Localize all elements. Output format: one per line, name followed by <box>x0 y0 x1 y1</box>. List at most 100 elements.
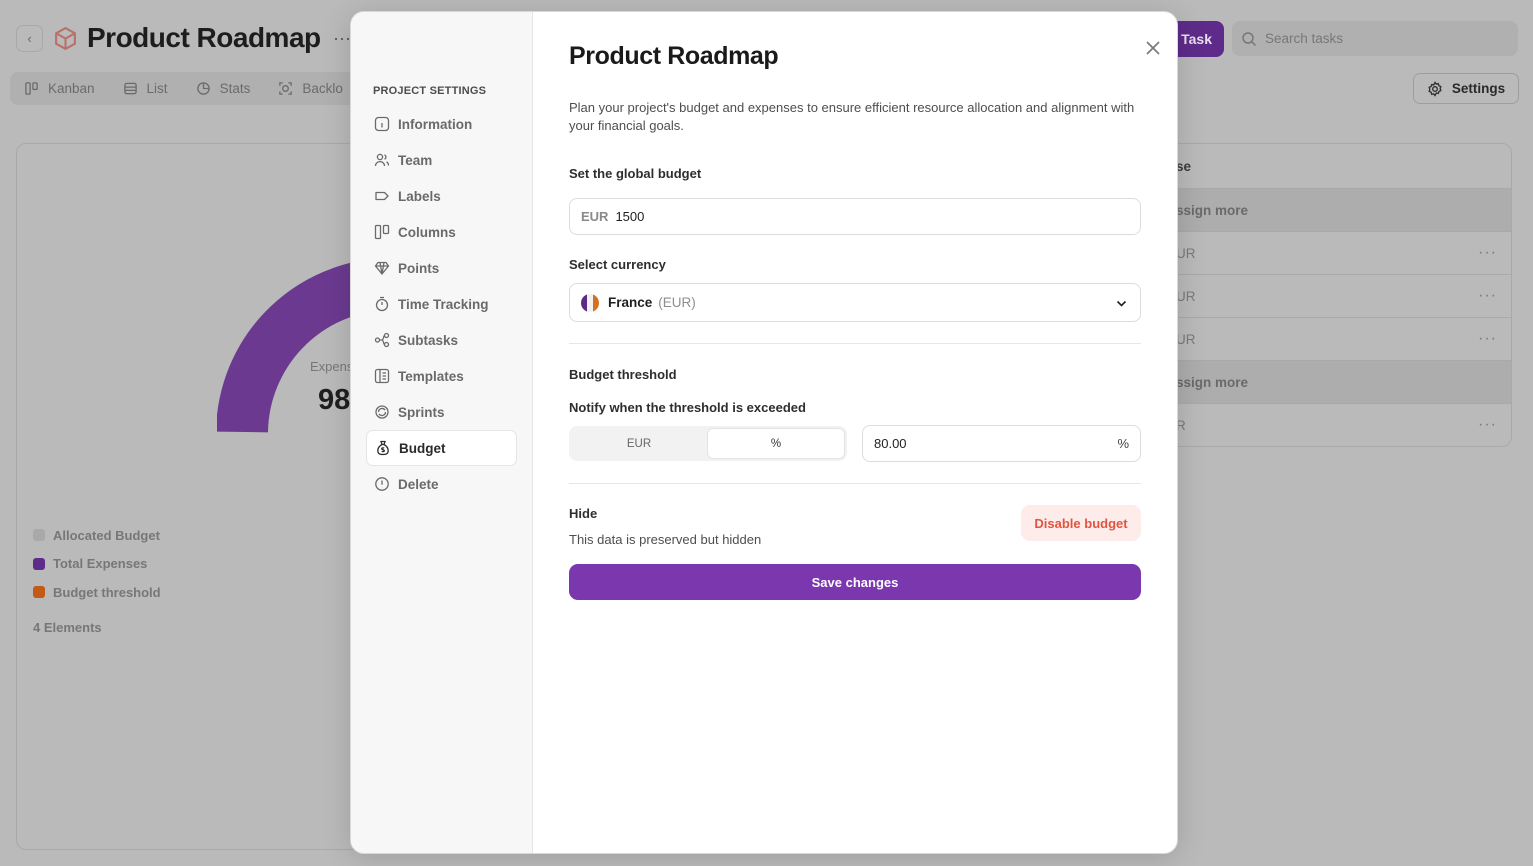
legend-item: Budget threshold <box>33 578 161 607</box>
sidebar-item-templates[interactable]: Templates <box>366 358 517 394</box>
currency-country: France <box>608 295 653 310</box>
sidebar-heading: PROJECT SETTINGS <box>373 85 487 97</box>
settings-sidebar: PROJECT SETTINGS Information Team Labels… <box>351 12 533 853</box>
assign-more-row[interactable]: ssign more <box>1161 360 1511 403</box>
row-text: UR <box>1176 245 1196 261</box>
divider <box>569 343 1141 344</box>
tab-label: Backlo <box>302 81 343 96</box>
table-row: UR ··· <box>1161 317 1511 360</box>
chart-legend: Allocated Budget Total Expenses Budget t… <box>33 521 161 607</box>
sidebar-item-label: Labels <box>398 188 441 204</box>
budget-value: 1500 <box>615 209 645 224</box>
search-placeholder: Search tasks <box>1265 31 1344 46</box>
modal-title: Product Roadmap <box>569 42 779 70</box>
sidebar-item-label: Columns <box>398 224 456 240</box>
project-settings-modal: PROJECT SETTINGS Information Team Labels… <box>350 11 1178 854</box>
sidebar-item-information[interactable]: Information <box>366 106 517 142</box>
back-button[interactable]: ‹ <box>16 25 43 52</box>
close-icon[interactable] <box>1144 39 1162 57</box>
sidebar-item-columns[interactable]: Columns <box>366 214 517 250</box>
row-text: ssign more <box>1176 374 1249 390</box>
legend-item: Total Expenses <box>33 550 161 579</box>
threshold-unit: % <box>1117 436 1129 451</box>
info-icon <box>374 116 390 132</box>
sidebar-item-budget[interactable]: Budget <box>366 430 517 466</box>
disable-budget-button[interactable]: Disable budget <box>1021 505 1141 541</box>
subtasks-icon <box>374 332 390 348</box>
chevron-left-icon: ‹ <box>27 31 32 46</box>
tab-label: Stats <box>219 81 251 96</box>
sidebar-nav: Information Team Labels Columns Points T… <box>366 106 517 502</box>
tab-list[interactable]: List <box>123 81 168 96</box>
legend-item: Allocated Budget <box>33 521 161 550</box>
templates-icon <box>374 368 390 384</box>
sidebar-item-labels[interactable]: Labels <box>366 178 517 214</box>
row-menu-icon[interactable]: ··· <box>1478 244 1497 262</box>
sidebar-item-label: Information <box>398 116 473 132</box>
search-input[interactable]: Search tasks <box>1232 21 1518 56</box>
gauge-value: 98 <box>318 384 351 416</box>
sidebar-item-label: Sprints <box>398 404 445 420</box>
currency-label: Select currency <box>569 257 666 272</box>
threshold-input[interactable]: 80.00 % <box>862 425 1141 462</box>
currency-code: (EUR) <box>658 295 696 310</box>
hide-description: This data is preserved but hidden <box>569 532 762 547</box>
modal-description: Plan your project's budget and expenses … <box>569 100 1135 133</box>
chevron-down-icon <box>1116 300 1127 307</box>
currency-select[interactable]: France (EUR) <box>569 283 1141 322</box>
project-title: Product Roadmap <box>87 22 321 53</box>
sidebar-item-points[interactable]: Points <box>366 250 517 286</box>
row-menu-icon[interactable]: ··· <box>1478 330 1497 348</box>
search-icon <box>1242 31 1257 46</box>
legend-label: Budget threshold <box>53 584 161 600</box>
row-menu-icon[interactable]: ··· <box>1478 416 1497 434</box>
row-text: UR <box>1176 288 1196 304</box>
legend-swatch <box>33 557 45 570</box>
columns-icon <box>374 224 390 240</box>
tab-backlog[interactable]: Backlo <box>278 81 343 96</box>
row-menu-icon[interactable]: ··· <box>1478 287 1497 305</box>
mode-percent-button[interactable]: % <box>707 428 845 459</box>
alert-icon <box>375 477 389 491</box>
budget-stats-card: Expens 98 Allocated Budget Total Expense… <box>16 143 398 850</box>
backlog-icon <box>279 82 293 95</box>
settings-label: Settings <box>1451 81 1506 96</box>
table-header: se <box>1176 158 1192 174</box>
sidebar-item-team[interactable]: Team <box>366 142 517 178</box>
sidebar-item-label: Templates <box>398 368 464 384</box>
tab-stats[interactable]: Stats <box>196 81 251 96</box>
tab-kanban[interactable]: Kanban <box>24 81 95 96</box>
divider <box>569 483 1141 484</box>
assign-more-row[interactable]: ssign more <box>1161 188 1511 231</box>
row-text: ssign more <box>1176 202 1249 218</box>
stopwatch-icon <box>375 296 389 312</box>
sidebar-item-time-tracking[interactable]: Time Tracking <box>366 286 517 322</box>
points-icon <box>374 261 390 276</box>
sidebar-item-delete[interactable]: Delete <box>366 466 517 502</box>
more-icon[interactable]: ··· <box>333 28 351 49</box>
france-flag-icon <box>581 293 599 312</box>
table-row: UR ··· <box>1161 274 1511 317</box>
settings-button[interactable]: Settings <box>1413 73 1519 104</box>
sidebar-item-label: Time Tracking <box>398 296 489 312</box>
sidebar-item-sprints[interactable]: Sprints <box>366 394 517 430</box>
sprints-icon <box>375 405 389 419</box>
label-icon <box>375 191 389 201</box>
gauge-label: Expens <box>310 359 354 374</box>
threshold-value: 80.00 <box>874 436 907 451</box>
legend-label: Total Expenses <box>53 556 148 572</box>
view-tabs: Kanban List Stats Backlo <box>10 72 370 105</box>
tab-label: Kanban <box>48 81 95 96</box>
save-changes-button[interactable]: Save changes <box>569 564 1141 600</box>
table-row: UR ··· <box>1161 231 1511 274</box>
tab-label: List <box>146 81 168 96</box>
new-task-label: Task <box>1181 31 1212 47</box>
money-bag-icon <box>377 440 389 456</box>
sidebar-item-subtasks[interactable]: Subtasks <box>366 322 517 358</box>
elements-count: 4 Elements <box>33 620 102 635</box>
sidebar-item-label: Team <box>398 152 433 168</box>
global-budget-input[interactable]: EUR 1500 <box>569 198 1141 235</box>
mode-eur-button[interactable]: EUR <box>571 428 707 459</box>
global-budget-label: Set the global budget <box>569 166 702 181</box>
threshold-mode-toggle: EUR % <box>569 426 847 461</box>
